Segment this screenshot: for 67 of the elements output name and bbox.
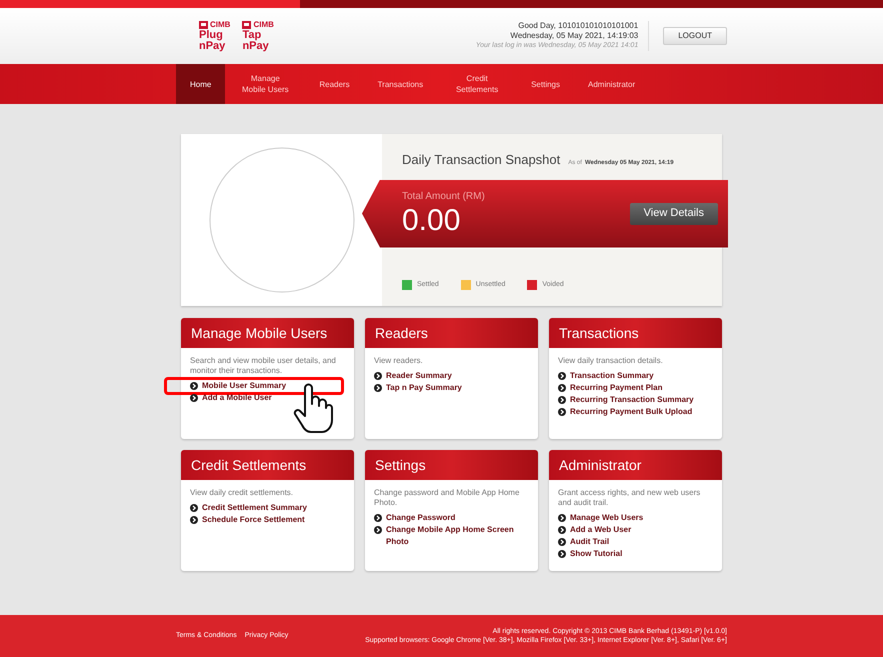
logo-text: Tap — [242, 30, 262, 40]
arrow-bullet-icon — [374, 372, 382, 380]
arrow-bullet-icon — [558, 372, 566, 380]
card-link[interactable]: Schedule Force Settlement — [202, 514, 305, 526]
view-details-button[interactable]: View Details — [630, 202, 718, 224]
nav-tab[interactable]: Administrator — [574, 64, 650, 104]
card-description: View readers. — [374, 356, 424, 366]
bank-logo-icon — [199, 20, 208, 28]
arrow-bullet-icon — [190, 516, 198, 524]
card-description: View daily transaction details. — [558, 356, 664, 366]
card-link[interactable]: Transaction Summary — [570, 370, 654, 382]
card-link[interactable]: Show Tutorial — [570, 548, 622, 560]
total-amount-value: 0.00 — [402, 204, 462, 238]
card-link[interactable]: Mobile User Summary — [202, 380, 286, 392]
arrow-bullet-icon — [190, 504, 198, 512]
nav-tab[interactable]: Transactions — [364, 64, 438, 104]
hand-cursor-icon — [293, 382, 333, 434]
arrow-bullet-icon — [558, 550, 566, 558]
card-title: Transactions — [559, 324, 639, 342]
arrow-bullet-icon — [558, 408, 566, 416]
greeting-text: Good Day, 101010101010101001 — [518, 21, 638, 31]
arrow-bullet-icon — [374, 384, 382, 392]
logo-text: nPay — [242, 40, 270, 52]
arrow-bullet-icon — [190, 394, 198, 402]
card-link[interactable]: Recurring Transaction Summary — [570, 394, 694, 406]
nav-tab[interactable]: Readers — [305, 64, 364, 104]
card-link[interactable]: Change Mobile App Home Screen Photo — [386, 524, 529, 548]
date-text: Wednesday, 05 May 2021, 14:19:03 — [510, 31, 638, 41]
card-description: Search and view mobile user details, and monitor their transactions. — [190, 356, 337, 376]
arrow-bullet-icon — [558, 514, 566, 522]
card-link[interactable]: Change Password — [386, 512, 456, 524]
card-link[interactable]: Add a Web User — [570, 524, 632, 536]
nav-tab[interactable]: Home — [176, 64, 226, 104]
card-description: Change password and Mobile App Home Photo. — [374, 488, 520, 508]
card-link[interactable]: Manage Web Users — [570, 512, 644, 524]
logout-button[interactable]: LOGOUT — [663, 27, 727, 45]
card-link[interactable]: Tap n Pay Summary — [386, 382, 462, 394]
arrow-bullet-icon — [558, 384, 566, 392]
arrow-bullet-icon — [374, 526, 382, 534]
card-link[interactable]: Reader Summary — [386, 370, 452, 382]
card-title: Settings — [375, 456, 426, 475]
logo-brand: CIMB — [210, 20, 230, 28]
arrow-bullet-icon — [558, 526, 566, 534]
card-title: Administrator — [559, 456, 642, 474]
bank-logo-icon — [242, 20, 252, 28]
logo-text: nPay — [199, 40, 226, 52]
card-title: Readers — [375, 324, 428, 342]
card-link[interactable]: Recurring Payment Plan — [570, 382, 662, 394]
card-link[interactable]: Credit Settlement Summary — [202, 502, 307, 514]
logo-brand: CIMB — [253, 20, 274, 28]
card-title: Manage Mobile Users — [191, 324, 328, 343]
logo-text: Plug — [199, 30, 224, 40]
card-link[interactable]: Recurring Payment Bulk Upload — [570, 406, 692, 418]
snapshot-title: Daily Transaction Snapshot — [402, 151, 560, 169]
arrow-bullet-icon — [558, 396, 566, 404]
nav-tab[interactable]: Manage Mobile Users — [225, 64, 306, 104]
card-description: Grant access rights, and new web users and audit trail. — [558, 488, 702, 508]
arrow-bullet-icon — [558, 538, 566, 546]
arrow-bullet-icon — [374, 514, 382, 522]
card-link[interactable]: Add a Mobile User — [202, 392, 272, 404]
total-amount-label: Total Amount (RM) — [402, 190, 485, 204]
arrow-bullet-icon — [190, 382, 198, 390]
nav-tab[interactable]: Credit Settlements — [437, 64, 518, 104]
nav-tab[interactable]: Settings — [517, 64, 574, 104]
card-title: Credit Settlements — [191, 456, 306, 474]
card-description: View daily credit settlements. — [190, 488, 294, 498]
card-link[interactable]: Audit Trail — [570, 536, 610, 548]
